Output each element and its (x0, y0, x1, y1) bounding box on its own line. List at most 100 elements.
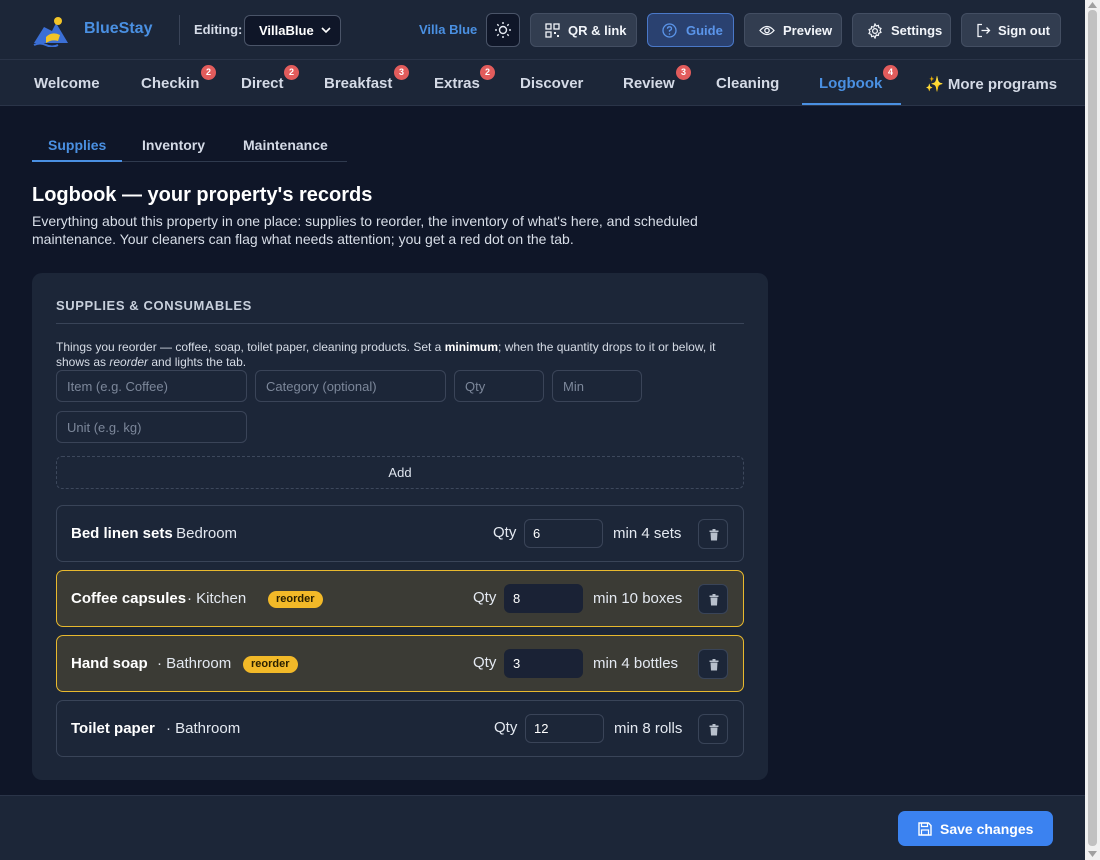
supply-category: · Kitchen (187, 590, 247, 607)
sign-out-icon (977, 23, 991, 38)
subtab-supplies[interactable]: Supplies (48, 137, 106, 153)
tab-welcome[interactable]: Welcome (34, 75, 100, 92)
supply-row: Hand soap · Bathroom reorder Qty min 4 b… (56, 635, 744, 692)
min-input[interactable] (552, 370, 642, 402)
save-changes-label: Save changes (940, 821, 1034, 837)
trash-icon (709, 529, 719, 541)
delete-supply-button[interactable] (698, 584, 728, 614)
supply-row: Coffee capsules · Kitchen reorder Qty mi… (56, 570, 744, 627)
tab-logbook-badge: 4 (883, 65, 898, 80)
subtab-inventory[interactable]: Inventory (142, 137, 205, 153)
scroll-up-icon[interactable] (1088, 2, 1097, 8)
trash-icon (709, 659, 719, 671)
tab-more-programs[interactable]: ✨ More programs (925, 75, 1057, 93)
settings-label: Settings (891, 23, 943, 38)
supply-min: min 4 bottles (593, 655, 679, 672)
qty-label: Qty (473, 589, 497, 606)
property-select[interactable]: VillaBlue (244, 15, 341, 46)
section-title: SUPPLIES & CONSUMABLES (56, 298, 252, 313)
supplies-help-text: Things you reorder — coffee, soap, toile… (56, 340, 716, 369)
footer-bar: Save changes (0, 795, 1085, 860)
unit-input[interactable] (56, 411, 247, 443)
tab-checkin[interactable]: Checkin (141, 75, 199, 92)
supply-qty-input[interactable] (504, 649, 583, 678)
supply-name: Toilet paper (71, 720, 155, 737)
qr-link-label: QR & link (568, 23, 627, 38)
item-name-input[interactable] (56, 370, 247, 402)
property-name: Villa Blue (419, 22, 478, 37)
guide-button[interactable]: Guide (647, 13, 734, 47)
qty-label: Qty (494, 719, 518, 736)
section-divider (56, 323, 744, 324)
reorder-badge: reorder (243, 656, 298, 673)
settings-button[interactable]: Settings (852, 13, 951, 47)
logo-icon (33, 17, 68, 47)
supply-qty-input[interactable] (524, 519, 603, 548)
qty-input[interactable] (454, 370, 544, 402)
tab-review-badge: 3 (676, 65, 691, 80)
supply-category: · Bathroom (166, 720, 241, 737)
preview-label: Preview (783, 23, 833, 38)
tab-checkin-badge: 2 (201, 65, 216, 80)
supply-min: min 8 rolls (614, 720, 683, 737)
page-title: Logbook — your property's records (32, 184, 373, 206)
supplies-card: SUPPLIES & CONSUMABLES Things you reorde… (32, 273, 768, 780)
eye-icon (759, 25, 775, 36)
help-icon (662, 23, 677, 38)
qty-label: Qty (473, 654, 497, 671)
tab-breakfast-badge: 3 (394, 65, 409, 80)
trash-icon (709, 724, 719, 736)
tab-direct-badge: 2 (284, 65, 299, 80)
brand-name: BlueStay (84, 20, 153, 37)
sign-out-button[interactable]: Sign out (961, 13, 1061, 47)
supply-qty-input[interactable] (525, 714, 604, 743)
category-input[interactable] (255, 370, 446, 402)
sun-icon (495, 22, 511, 38)
tab-discover[interactable]: Discover (520, 75, 583, 92)
delete-supply-button[interactable] (698, 519, 728, 549)
tab-logbook[interactable]: Logbook (819, 75, 882, 92)
supply-min: min 4 sets (613, 525, 682, 542)
supply-name: Coffee capsules (71, 590, 187, 607)
add-supply-button[interactable]: Add (56, 456, 744, 489)
supply-min: min 10 boxes (593, 590, 683, 607)
active-subtab-indicator (32, 160, 122, 162)
tab-extras[interactable]: Extras (434, 75, 480, 92)
tab-direct[interactable]: Direct (241, 75, 284, 92)
active-tab-indicator (802, 103, 901, 105)
save-icon (918, 822, 932, 836)
chevron-down-icon (321, 27, 331, 34)
save-changes-button[interactable]: Save changes (898, 811, 1053, 846)
tab-cleaning[interactable]: Cleaning (716, 75, 779, 92)
tab-breakfast[interactable]: Breakfast (324, 75, 392, 92)
supply-category: · Bedroom (167, 525, 238, 542)
top-header: BlueStay Editing: VillaBlue Villa Blue Q… (0, 0, 1085, 60)
qr-icon (545, 23, 560, 38)
sign-out-label: Sign out (998, 23, 1050, 38)
theme-toggle-button[interactable] (486, 13, 520, 47)
editing-label: Editing: (194, 22, 243, 37)
supply-row: Toilet paper · Bathroom Qty min 8 rolls (56, 700, 744, 757)
supply-row: Bed linen sets · Bedroom Qty min 4 sets (56, 505, 744, 562)
subtab-maintenance[interactable]: Maintenance (243, 137, 328, 153)
scrollbar-thumb[interactable] (1088, 10, 1097, 846)
gear-icon (868, 23, 882, 39)
guide-label: Guide (686, 23, 723, 38)
main-nav: Welcome Checkin 2 Direct 2 Breakfast 3 E… (0, 60, 1085, 106)
supply-category: · Bathroom (157, 655, 232, 672)
supply-qty-input[interactable] (504, 584, 583, 613)
reorder-badge: reorder (268, 591, 323, 608)
header-divider (179, 15, 180, 45)
tab-review[interactable]: Review (623, 75, 675, 92)
preview-button[interactable]: Preview (744, 13, 842, 47)
trash-icon (709, 594, 719, 606)
supply-name: Hand soap (71, 655, 148, 672)
property-select-value: VillaBlue (259, 23, 314, 38)
delete-supply-button[interactable] (698, 714, 728, 744)
qty-label: Qty (493, 524, 517, 541)
scroll-down-icon[interactable] (1088, 851, 1097, 857)
qr-link-button[interactable]: QR & link (530, 13, 637, 47)
supply-name: Bed linen sets (71, 525, 173, 542)
delete-supply-button[interactable] (698, 649, 728, 679)
tab-extras-badge: 2 (480, 65, 495, 80)
